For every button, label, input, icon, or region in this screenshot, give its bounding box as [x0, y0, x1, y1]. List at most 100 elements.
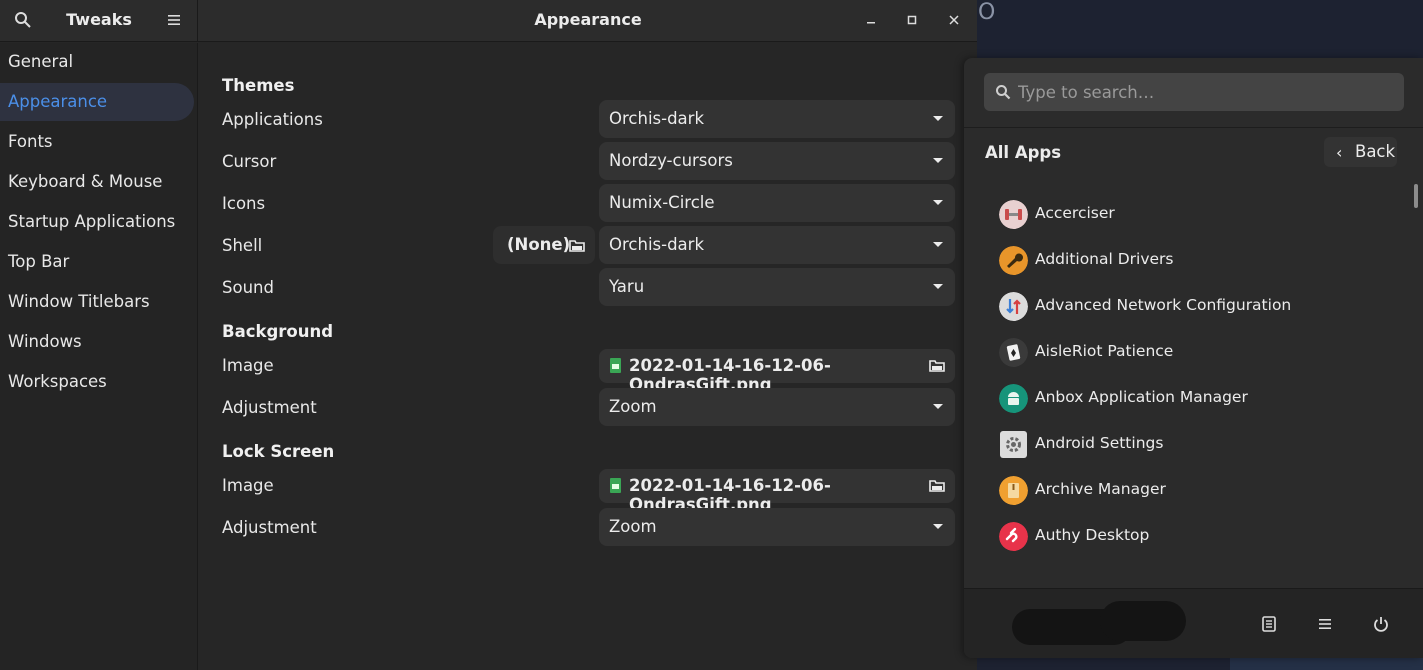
icons-theme-dropdown[interactable]: Numix-Circle — [599, 184, 955, 222]
background-adjustment-dropdown[interactable]: Zoom — [599, 388, 955, 426]
back-label: Back — [1355, 142, 1396, 161]
sound-theme-dropdown[interactable]: Yaru — [599, 268, 955, 306]
lock-screen-image-file-button[interactable]: 2022-01-14-16-12-06-OndrasGift.png — [599, 469, 955, 514]
app-name: Archive Manager — [1035, 480, 1166, 498]
sidebar-item-keyboard-mouse[interactable]: Keyboard & Mouse — [0, 163, 194, 201]
divider — [964, 127, 1423, 128]
cursor-theme-dropdown[interactable]: Nordzy-cursors — [599, 142, 955, 180]
close-icon — [949, 15, 959, 25]
chevron-left-icon: ‹ — [1336, 143, 1343, 162]
menu-footer — [964, 588, 1423, 658]
sidebar-item-startup-applications[interactable]: Startup Applications — [0, 203, 194, 241]
app-item-aisleriot-patience[interactable]: AisleRiot Patience — [999, 334, 1379, 374]
archive-icon — [999, 476, 1028, 505]
sidebar-item-workspaces[interactable]: Workspaces — [0, 363, 194, 401]
background-heading: Background — [222, 322, 334, 341]
background-glyph: O — [978, 0, 996, 25]
dropdown-arrow-icon — [933, 200, 943, 205]
app-item-android-settings[interactable]: Android Settings — [999, 426, 1379, 466]
dropdown-value: Nordzy-cursors — [609, 151, 733, 170]
background-adjustment-label: Adjustment — [222, 398, 317, 417]
app-item-additional-drivers[interactable]: Additional Drivers — [999, 242, 1379, 282]
image-file-icon — [610, 358, 621, 373]
cards-icon — [999, 338, 1028, 367]
open-folder-icon — [929, 360, 945, 372]
app-search-box[interactable] — [984, 73, 1404, 111]
accerciser-icon — [999, 200, 1028, 229]
sidebar-item-windows[interactable]: Windows — [0, 323, 194, 361]
open-folder-icon — [929, 480, 945, 492]
sidebar-item-general[interactable]: General — [0, 43, 194, 81]
app-name: Anbox Application Manager — [1035, 388, 1248, 406]
app-name: Authy Desktop — [1035, 526, 1150, 544]
user-name-redacted — [1100, 601, 1186, 641]
dropdown-arrow-icon — [933, 116, 943, 121]
app-name: AisleRiot Patience — [1035, 342, 1174, 360]
app-item-archive-manager[interactable]: Archive Manager — [999, 472, 1379, 512]
menu-list-icon[interactable] — [1316, 615, 1334, 633]
app-name: Advanced Network Configuration — [1035, 296, 1292, 314]
all-apps-heading: All Apps — [985, 143, 1062, 162]
dropdown-arrow-icon — [933, 158, 943, 163]
app-search-input[interactable] — [1018, 73, 1398, 111]
dropdown-value: Yaru — [609, 277, 645, 296]
dropdown-arrow-icon — [933, 404, 943, 409]
back-button[interactable]: ‹ Back — [1324, 137, 1397, 167]
header-bar: Tweaks Appearance — [0, 0, 977, 42]
maximize-button[interactable] — [902, 10, 922, 30]
tweaks-window: Tweaks Appearance General Appearance Fon… — [0, 0, 977, 670]
lock-screen-image-label: Image — [222, 476, 274, 495]
header-left: Tweaks — [0, 0, 198, 42]
sidebar-item-appearance[interactable]: Appearance — [0, 83, 194, 121]
applications-theme-dropdown[interactable]: Orchis-dark — [599, 100, 955, 138]
app-list-scrollbar[interactable] — [1414, 184, 1418, 208]
background-image-file-button[interactable]: 2022-01-14-16-12-06-OndrasGift.png — [599, 349, 955, 394]
dropdown-arrow-icon — [933, 524, 943, 529]
lock-screen-heading: Lock Screen — [222, 442, 335, 461]
lock-screen-adjustment-label: Adjustment — [222, 518, 317, 537]
network-icon — [999, 292, 1028, 321]
background-image-label: Image — [222, 356, 274, 375]
sidebar-item-top-bar[interactable]: Top Bar — [0, 243, 194, 281]
app-item-accerciser[interactable]: Accerciser — [999, 196, 1379, 236]
app-item-anbox-application-manager[interactable]: Anbox Application Manager — [999, 380, 1379, 420]
shell-theme-file-button[interactable]: (None) — [493, 226, 595, 264]
app-name: Android Settings — [1035, 434, 1164, 452]
app-item-advanced-network-configuration[interactable]: Advanced Network Configuration — [999, 288, 1379, 328]
open-folder-icon — [569, 240, 585, 252]
power-icon[interactable] — [1372, 615, 1390, 633]
lock-screen-adjustment-dropdown[interactable]: Zoom — [599, 508, 955, 546]
dropdown-value: Numix-Circle — [609, 193, 715, 212]
cursor-label: Cursor — [222, 152, 277, 171]
close-button[interactable] — [944, 10, 964, 30]
dropdown-arrow-icon — [933, 284, 943, 289]
dropdown-value: Orchis-dark — [609, 109, 704, 128]
sidebar-item-fonts[interactable]: Fonts — [0, 123, 194, 161]
sound-label: Sound — [222, 278, 274, 297]
app-item-authy-desktop[interactable]: Authy Desktop — [999, 518, 1379, 558]
applications-label: Applications — [222, 110, 323, 129]
image-file-icon — [610, 478, 621, 493]
themes-heading: Themes — [222, 76, 295, 95]
wrench-icon — [999, 246, 1028, 275]
sidebar-item-window-titlebars[interactable]: Window Titlebars — [0, 283, 194, 321]
minimize-icon — [867, 22, 875, 24]
files-icon[interactable] — [1260, 615, 1278, 633]
dropdown-value: Orchis-dark — [609, 235, 704, 254]
dropdown-value: Zoom — [609, 397, 657, 416]
shell-theme-dropdown[interactable]: Orchis-dark — [599, 226, 955, 264]
app-name: Additional Drivers — [1035, 250, 1174, 268]
android-icon — [999, 384, 1028, 413]
application-menu: All Apps ‹ Back Accerciser Additional Dr… — [964, 58, 1423, 658]
appearance-panel: Themes Applications Orchis-dark Cursor N… — [199, 43, 977, 670]
dropdown-value: Zoom — [609, 517, 657, 536]
dropdown-arrow-icon — [933, 242, 943, 247]
settings-gear-icon — [1000, 431, 1027, 458]
minimize-button[interactable] — [861, 10, 881, 30]
app-name: Accerciser — [1035, 204, 1115, 222]
search-icon — [996, 85, 1011, 100]
shell-file-value: (None) — [507, 235, 571, 254]
hamburger-menu-icon[interactable] — [166, 12, 182, 28]
icons-label: Icons — [222, 194, 266, 213]
authy-icon — [999, 522, 1028, 551]
